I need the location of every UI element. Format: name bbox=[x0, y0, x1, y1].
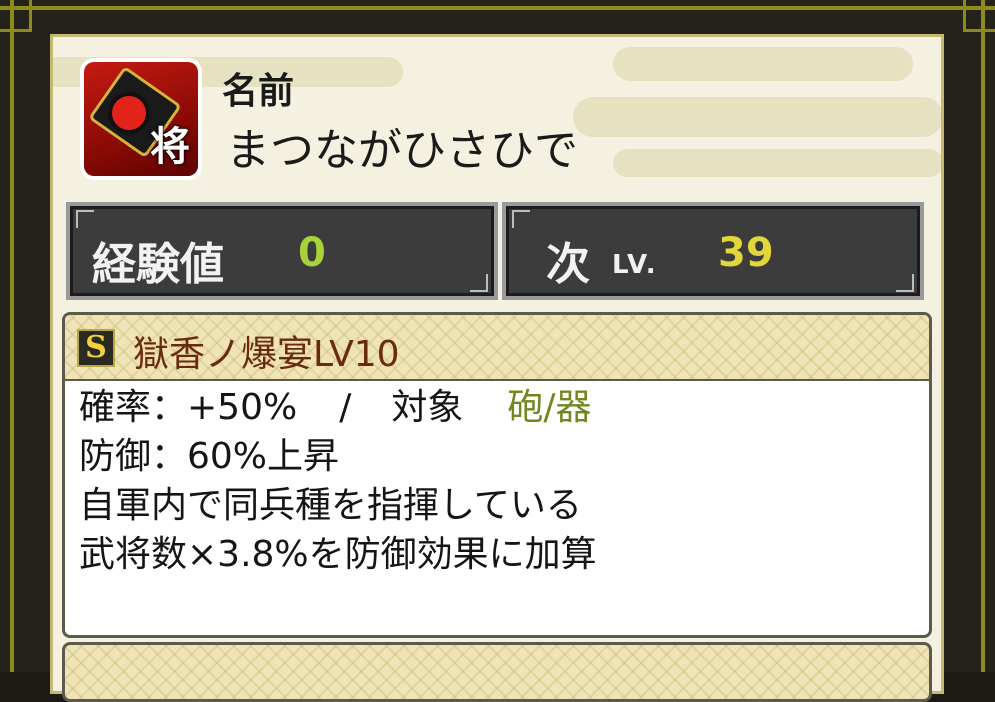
frame-corner-ornament-left bbox=[0, 0, 32, 32]
skill-rank-badge: S bbox=[77, 329, 115, 367]
exp-label: 経験値 bbox=[92, 239, 224, 290]
skill-rate-line: 確率：+50% / 対象 砲/器 bbox=[79, 383, 915, 432]
next-skill-card[interactable] bbox=[62, 642, 932, 702]
skill-name: 獄香ノ爆宴LV10 bbox=[133, 334, 400, 375]
corner-ornament bbox=[470, 274, 488, 292]
skill-card[interactable]: S 獄香ノ爆宴LV10 確率：+50% / 対象 砲/器 防御：60%上昇 自軍内で同… bbox=[62, 312, 932, 638]
skill-bonus-line: 武将数×3.8%を防御効果に加算 bbox=[79, 534, 597, 575]
exp-value: 0 bbox=[298, 230, 326, 276]
red-circle-icon bbox=[112, 96, 146, 130]
name-value: まつながひさひで bbox=[226, 125, 578, 176]
skill-separator: / bbox=[339, 387, 352, 428]
frame-corner-ornament-right bbox=[963, 0, 995, 32]
next-level-value: 39 bbox=[718, 230, 774, 276]
skill-rate: 確率：+50% bbox=[79, 387, 298, 428]
cloud-decoration bbox=[613, 149, 941, 177]
frame-border-left bbox=[10, 0, 14, 672]
next-level-box: 次 LV. 39 bbox=[502, 202, 924, 300]
general-glyph: 将 bbox=[150, 123, 190, 170]
frame-border-right bbox=[981, 0, 985, 672]
skill-header: S 獄香ノ爆宴LV10 bbox=[65, 315, 929, 381]
cloud-decoration bbox=[573, 97, 941, 137]
cloud-decoration bbox=[613, 47, 913, 81]
frame-border-top bbox=[0, 6, 995, 10]
general-avatar: 将 bbox=[80, 58, 202, 180]
name-label: 名前 bbox=[222, 70, 295, 112]
general-emblem-icon: 将 bbox=[84, 62, 198, 176]
skill-target-label: 対象 bbox=[391, 387, 464, 428]
skill-target-value: 砲/器 bbox=[507, 387, 592, 428]
exp-box: 経験値 0 bbox=[66, 202, 498, 300]
corner-ornament bbox=[512, 210, 530, 228]
corner-ornament bbox=[76, 210, 94, 228]
next-lv-label: LV. bbox=[612, 250, 658, 280]
corner-ornament bbox=[896, 274, 914, 292]
skill-condition-line: 自軍内で同兵種を指揮している bbox=[79, 485, 582, 526]
next-label: 次 bbox=[546, 239, 590, 290]
skill-description: 確率：+50% / 対象 砲/器 防御：60%上昇 自軍内で同兵種を指揮している 武将… bbox=[79, 383, 915, 579]
skill-effect-line: 防御：60%上昇 bbox=[79, 436, 340, 477]
